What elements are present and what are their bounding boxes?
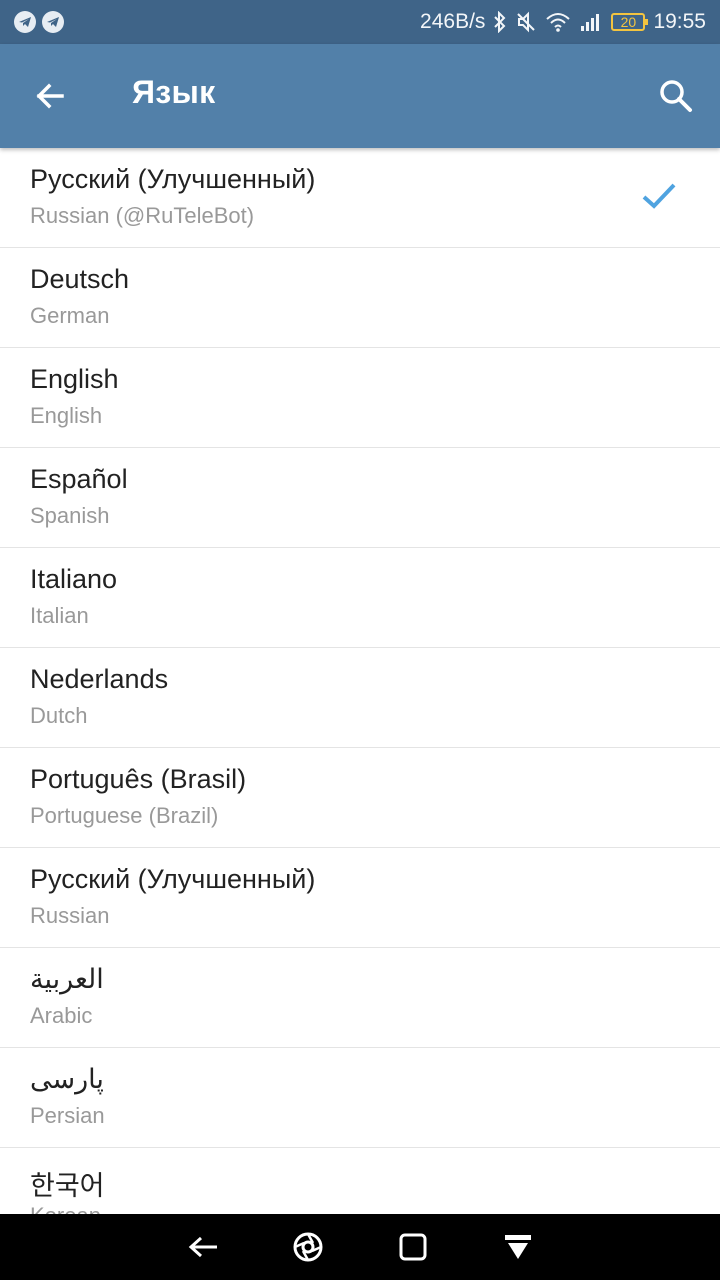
language-subtitle: Dutch <box>30 703 88 728</box>
battery-level: 20 <box>620 14 637 30</box>
language-subtitle: Italian <box>30 603 89 628</box>
language-subtitle: Spanish <box>30 503 110 528</box>
language-item[interactable]: پارسی Persian <box>0 1048 720 1148</box>
notifications-icon[interactable] <box>498 1227 538 1267</box>
language-name: Italiano <box>30 564 118 594</box>
language-name: Nederlands <box>30 664 169 694</box>
status-notifications <box>14 11 64 33</box>
language-name: 한국어 <box>30 1171 105 1201</box>
language-item[interactable]: Italiano Italian <box>0 548 720 648</box>
clock: 19:55 <box>653 10 706 33</box>
language-subtitle: German <box>30 303 110 328</box>
language-item[interactable]: العربية Arabic <box>0 948 720 1048</box>
back-icon[interactable] <box>183 1227 223 1267</box>
language-subtitle: Russian <box>30 903 110 928</box>
status-indicators: 246B/s 20 19:55 <box>420 10 706 34</box>
page-title: Язык <box>132 74 216 110</box>
language-name: العربية <box>30 964 104 994</box>
language-item[interactable]: English English <box>0 348 720 448</box>
language-name: Español <box>30 464 128 494</box>
mute-icon <box>517 11 536 33</box>
recents-icon[interactable] <box>393 1227 433 1267</box>
checkmark-icon <box>642 183 676 209</box>
signal-icon <box>581 14 600 31</box>
language-item[interactable]: Русский (Улучшенный) Russian <box>0 848 720 948</box>
arrow-left-icon[interactable] <box>30 76 70 116</box>
language-item[interactable]: Português (Brasil) Portuguese (Brazil) <box>0 748 720 848</box>
language-item[interactable]: Español Spanish <box>0 448 720 548</box>
app-toolbar: Язык <box>0 44 720 148</box>
language-subtitle: Persian <box>30 1103 105 1128</box>
language-name: پارسی <box>30 1064 104 1094</box>
language-item[interactable]: Nederlands Dutch <box>0 648 720 748</box>
language-subtitle: English <box>30 403 103 428</box>
language-item[interactable]: Deutsch German <box>0 248 720 348</box>
telegram-icon <box>42 11 64 33</box>
language-name: Português (Brasil) <box>30 764 247 794</box>
language-name: English <box>30 364 119 394</box>
language-list: Русский (Улучшенный) Russian (@RuTeleBot… <box>0 148 720 1214</box>
system-nav-bar <box>0 1214 720 1280</box>
status-bar: 246B/s 20 19:55 <box>0 0 720 44</box>
language-subtitle: Arabic <box>30 1003 93 1028</box>
language-subtitle: Portuguese (Brazil) <box>30 803 219 828</box>
language-name: Русский (Улучшенный) <box>30 864 316 894</box>
language-subtitle: Korean <box>30 1203 101 1214</box>
bluetooth-icon <box>494 11 506 33</box>
battery-icon: 20 <box>611 13 649 31</box>
language-item[interactable]: Русский (Улучшенный) Russian (@RuTeleBot… <box>0 148 720 248</box>
language-item[interactable]: 한국어 Korean <box>0 1148 720 1214</box>
home-icon[interactable] <box>288 1227 328 1267</box>
wifi-icon <box>546 13 571 32</box>
language-name: Deutsch <box>30 264 130 294</box>
telegram-icon <box>14 11 36 33</box>
language-subtitle: Russian (@RuTeleBot) <box>30 203 255 228</box>
language-name: Русский (Улучшенный) <box>30 164 316 194</box>
network-speed: 246B/s <box>420 10 486 33</box>
search-icon[interactable] <box>654 74 698 118</box>
